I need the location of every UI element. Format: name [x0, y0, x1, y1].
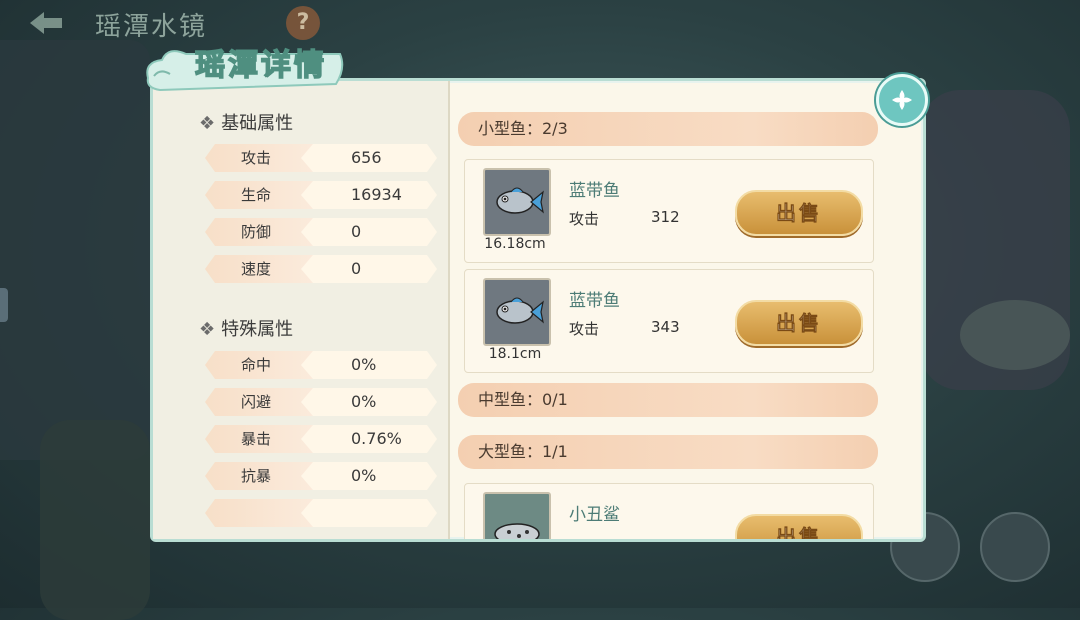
background-seaweed [40, 420, 150, 620]
stat-row-speed: 速度 0 [205, 255, 437, 283]
fish-attr-value: 343 [651, 318, 680, 336]
fish-thumbnail [483, 168, 551, 236]
close-icon [892, 90, 912, 110]
stat-value: 0% [301, 351, 437, 379]
stat-label [205, 499, 315, 527]
basic-attributes-header: ❖ 基础属性 [199, 113, 294, 134]
fish-size: 18.1cm [488, 346, 542, 362]
stat-label: 攻击 [205, 144, 315, 172]
stat-label: 闪避 [205, 388, 315, 416]
panel-title-badge: 瑶潭详情 [140, 38, 350, 96]
stat-value: 0 [301, 218, 437, 246]
stat-row-clipped [205, 499, 437, 527]
stat-label: 速度 [205, 255, 315, 283]
fish-size: 16.18cm [484, 236, 546, 252]
stat-row-defense: 防御 0 [205, 218, 437, 246]
side-drawer-handle[interactable] [0, 288, 8, 322]
stat-row-hit: 命中 0% [205, 351, 437, 379]
close-button[interactable] [876, 74, 928, 126]
fish-attr-label: 攻击 [569, 320, 600, 338]
fish-icon [496, 297, 544, 324]
stat-row-dodge: 闪避 0% [205, 388, 437, 416]
panel-title: 瑶潭详情 [194, 47, 327, 84]
stat-label: 抗暴 [205, 462, 315, 490]
stat-value [301, 499, 437, 527]
detail-panel: ❖ 基础属性 攻击 656 生命 16934 防御 0 速度 0 ❖ 特殊属性 命中… [150, 78, 926, 542]
fish-attr-label: 攻击 [569, 210, 600, 228]
fish-list-column[interactable]: 小型鱼：2/3 16.18cm 蓝带鱼 攻击 312 出售 18.1cm 蓝带鱼… [450, 81, 920, 539]
fish-thumbnail [483, 278, 551, 346]
stat-value: 16934 [301, 181, 437, 209]
sell-button[interactable]: 出售 [735, 300, 863, 346]
shark-icon [494, 523, 540, 539]
small-fish-category: 小型鱼：2/3 [458, 112, 878, 146]
large-fish-category: 大型鱼：1/1 [458, 435, 878, 469]
stat-label: 暴击 [205, 425, 315, 453]
stat-row-hp: 生命 16934 [205, 181, 437, 209]
sell-button[interactable]: 出售 [735, 190, 863, 236]
stat-value: 0.76% [301, 425, 437, 453]
background-button-right[interactable] [980, 512, 1050, 582]
fish-name: 小丑鲨 [569, 505, 620, 525]
background-shell [960, 300, 1070, 370]
stat-value: 0% [301, 462, 437, 490]
fish-card: 小丑鲨 出售 [464, 483, 874, 539]
fish-thumbnail [483, 492, 551, 539]
stat-label: 防御 [205, 218, 315, 246]
special-attributes-header: ❖ 特殊属性 [199, 319, 294, 340]
fish-card: 18.1cm 蓝带鱼 攻击 343 出售 [464, 269, 874, 373]
fish-icon [496, 187, 544, 214]
diamond-icon: ❖ [199, 319, 216, 340]
stat-value: 0% [301, 388, 437, 416]
fish-name: 蓝带鱼 [569, 181, 620, 201]
fish-card: 16.18cm 蓝带鱼 攻击 312 出售 [464, 159, 874, 263]
stat-value: 656 [301, 144, 437, 172]
stat-label: 命中 [205, 351, 315, 379]
medium-fish-category: 中型鱼：0/1 [458, 383, 878, 417]
background-rock [0, 40, 150, 460]
diamond-icon: ❖ [199, 113, 216, 134]
fish-name: 蓝带鱼 [569, 291, 620, 311]
stat-value: 0 [301, 255, 437, 283]
stat-row-attack: 攻击 656 [205, 144, 437, 172]
attributes-column: ❖ 基础属性 攻击 656 生命 16934 防御 0 速度 0 ❖ 特殊属性 命中… [153, 81, 450, 539]
stat-label: 生命 [205, 181, 315, 209]
back-arrow-icon[interactable] [26, 8, 66, 38]
stat-row-crit: 暴击 0.76% [205, 425, 437, 453]
help-icon[interactable]: ? [286, 6, 320, 40]
stat-row-crit-resist: 抗暴 0% [205, 462, 437, 490]
sell-button[interactable]: 出售 [735, 514, 863, 539]
fish-attr-value: 312 [651, 208, 680, 226]
